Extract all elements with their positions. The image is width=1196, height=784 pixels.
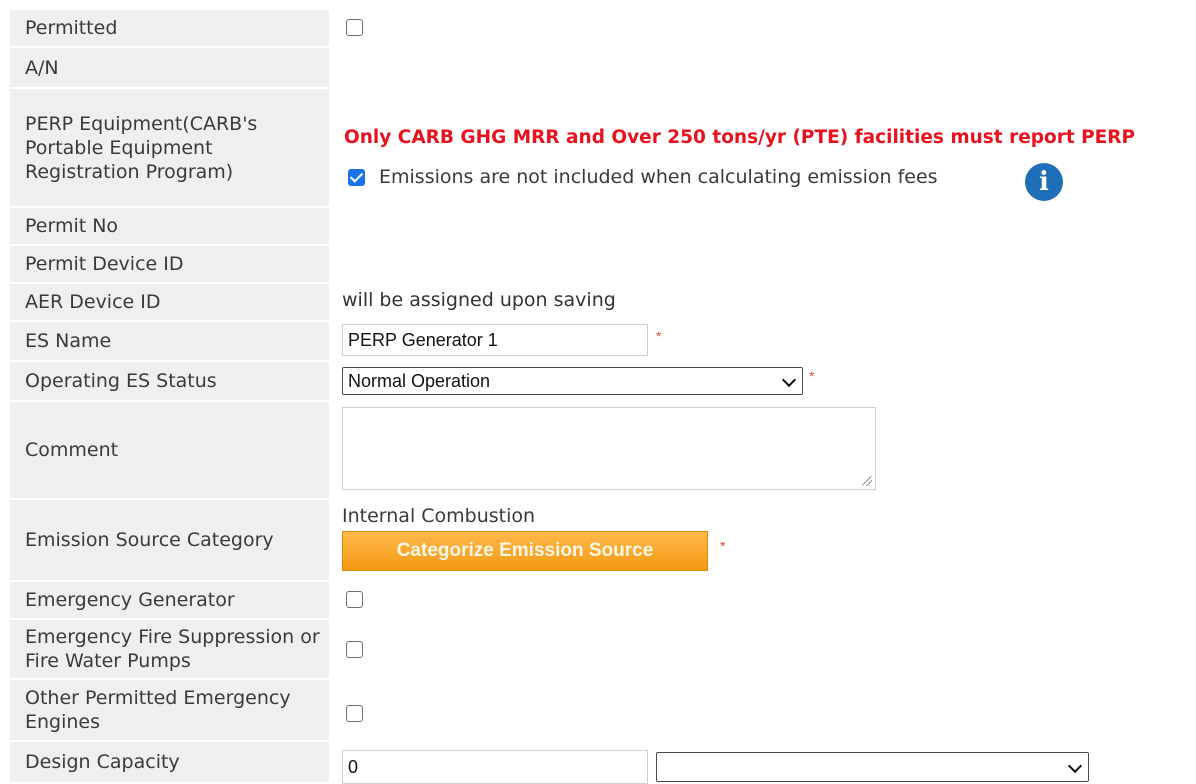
comment-label: Comment [10,402,329,498]
chevron-down-icon [1067,758,1083,774]
fire-suppression-label: Emergency Fire Suppression or Fire Water… [10,620,329,678]
other-emergency-label: Other Permitted Emergency Engines [10,680,329,740]
emergency-generator-checkbox[interactable] [346,591,363,608]
comment-textarea[interactable] [342,407,876,490]
es-name-label: ES Name [10,322,329,360]
chevron-down-icon [781,372,797,388]
design-capacity-input[interactable] [342,750,648,784]
perp-emissions-checkbox[interactable] [348,168,365,186]
source-category-required-marker: * [720,538,726,554]
perp-emissions-text: Emissions are not included when calculat… [379,166,938,188]
perp-label: PERP Equipment(CARB's Portable Equipment… [10,89,329,206]
fire-suppression-field [342,641,363,658]
emergency-generator-label: Emergency Generator [10,582,329,618]
perp-warning: Only CARB GHG MRR and Over 250 tons/yr (… [344,127,1136,148]
design-capacity-label: Design Capacity [10,742,329,782]
other-emergency-checkbox[interactable] [346,705,363,722]
source-category-value: Internal Combustion [342,505,536,527]
permit-no-label: Permit No [10,208,329,244]
operating-status-selected: Normal Operation [348,370,491,391]
es-name-required-marker: * [656,328,662,344]
other-emergency-field [342,705,363,722]
operating-status-select[interactable]: Normal Operation [342,367,803,395]
permitted-checkbox[interactable] [346,19,363,36]
design-capacity-unit-select[interactable] [656,752,1089,782]
aer-device-id-value: will be assigned upon saving [342,289,616,311]
operating-status-label: Operating ES Status [10,362,329,400]
permit-device-id-label: Permit Device ID [10,246,329,282]
es-name-input[interactable] [342,324,648,356]
perp-field: Emissions are not included when calculat… [342,166,938,188]
permitted-label: Permitted [10,10,329,46]
emission-source-form: Permitted A/N PERP Equipment(CARB's Port… [0,0,1196,784]
permitted-field [342,19,363,36]
fire-suppression-checkbox[interactable] [346,641,363,658]
categorize-emission-source-button[interactable]: Categorize Emission Source [342,531,708,571]
source-category-label: Emission Source Category [10,500,329,580]
operating-status-required-marker: * [809,368,815,384]
emergency-generator-field [342,591,363,608]
resize-grip-icon[interactable] [862,476,872,486]
an-label: A/N [10,48,329,87]
aer-device-id-label: AER Device ID [10,284,329,320]
info-icon[interactable]: i [1025,163,1063,201]
